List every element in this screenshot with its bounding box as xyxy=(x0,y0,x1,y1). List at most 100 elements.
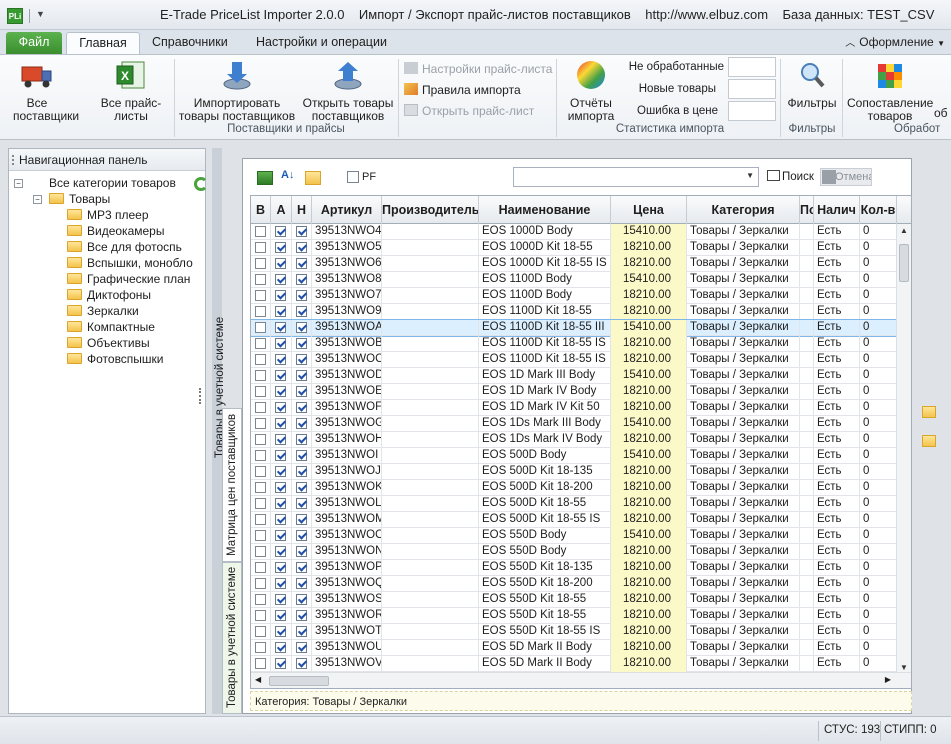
cancel-button[interactable]: Отмена xyxy=(820,168,872,186)
table-row[interactable]: 39513NWOD EOS 1D Mark III Body 15410.00 Тов… xyxy=(251,368,897,384)
row-checkbox[interactable] xyxy=(275,274,286,285)
import-rules-button[interactable]: Правила импорта xyxy=(404,83,521,97)
row-checkbox[interactable] xyxy=(296,434,307,445)
row-checkbox[interactable] xyxy=(275,546,286,557)
table-row[interactable]: 39513NWOR EOS 550D Kit 18-55 18210.00 Товар… xyxy=(251,608,897,624)
row-checkbox[interactable] xyxy=(275,530,286,541)
row-checkbox[interactable] xyxy=(275,562,286,573)
tab-references[interactable]: Справочники xyxy=(140,32,240,54)
folder-open-icon[interactable] xyxy=(305,171,321,185)
tree-item-category[interactable]: Графические план xyxy=(67,271,190,287)
row-checkbox[interactable] xyxy=(296,642,307,653)
tree-item-category[interactable]: Компактные xyxy=(67,319,155,335)
find-button[interactable]: Поиск xyxy=(767,170,814,183)
tree-item-category[interactable]: Фотовспышки xyxy=(67,351,164,367)
tab-settings[interactable]: Настройки и операции xyxy=(244,32,399,54)
row-checkbox[interactable] xyxy=(255,226,266,237)
grip-icon[interactable] xyxy=(12,155,15,165)
all-pricelists-button[interactable]: X Все прайс-листы xyxy=(88,59,174,123)
row-checkbox[interactable] xyxy=(275,514,286,525)
row-checkbox[interactable] xyxy=(255,546,266,557)
panel-splitter[interactable] xyxy=(192,148,210,714)
row-checkbox[interactable] xyxy=(255,482,266,493)
row-checkbox[interactable] xyxy=(255,386,266,397)
column-header[interactable]: Наименование xyxy=(479,196,611,224)
row-checkbox[interactable] xyxy=(275,258,286,269)
table-row[interactable]: 39513NWOS EOS 550D Kit 18-55 18210.00 Товар… xyxy=(251,592,897,608)
quick-access-dropdown-icon[interactable]: ▼ xyxy=(36,9,45,19)
tab-file[interactable]: Файл xyxy=(6,32,62,54)
row-checkbox[interactable] xyxy=(296,594,307,605)
tab-home[interactable]: Главная xyxy=(66,32,140,54)
table-row[interactable]: 39513NWOK EOS 500D Kit 18-200 18210.00 Това… xyxy=(251,480,897,496)
table-row[interactable]: 39513NWOA EOS 1100D Kit 18-55 III 15410.00… xyxy=(251,319,897,337)
row-checkbox[interactable] xyxy=(296,354,307,365)
filters-button[interactable]: Фильтры xyxy=(784,59,840,110)
table-row[interactable]: 39513NWOT EOS 550D Kit 18-55 IS 18210.00 То… xyxy=(251,624,897,640)
row-checkbox[interactable] xyxy=(255,274,266,285)
row-checkbox[interactable] xyxy=(275,578,286,589)
column-header[interactable]: Производитель xyxy=(382,196,479,224)
row-checkbox[interactable] xyxy=(296,578,307,589)
column-header[interactable]: Кол-в xyxy=(860,196,897,224)
tree-root[interactable]: Все категории товаров xyxy=(49,175,176,191)
row-checkbox[interactable] xyxy=(275,386,286,397)
table-row[interactable]: 39513NWOQ EOS 550D Kit 18-200 18210.00 Това… xyxy=(251,576,897,592)
row-checkbox[interactable] xyxy=(255,306,266,317)
row-checkbox[interactable] xyxy=(255,242,266,253)
collapse-icon[interactable]: − xyxy=(33,195,42,204)
column-header[interactable]: Налич xyxy=(814,196,860,224)
export-grid-icon[interactable] xyxy=(257,171,273,185)
tree-item-category[interactable]: Видеокамеры xyxy=(67,223,164,239)
row-checkbox[interactable] xyxy=(275,658,286,669)
extra-button[interactable]: об xyxy=(934,107,951,120)
row-checkbox[interactable] xyxy=(275,226,286,237)
column-header[interactable]: А xyxy=(271,196,292,224)
row-checkbox[interactable] xyxy=(275,306,286,317)
row-checkbox[interactable] xyxy=(296,290,307,301)
row-checkbox[interactable] xyxy=(275,594,286,605)
tree-item-category[interactable]: MP3 плеер xyxy=(67,207,149,223)
design-menu[interactable]: ︿ Оформление ▼ xyxy=(845,34,945,49)
column-header[interactable]: Цена xyxy=(611,196,687,224)
row-checkbox[interactable] xyxy=(255,354,266,365)
row-checkbox[interactable] xyxy=(275,466,286,477)
row-checkbox[interactable] xyxy=(255,594,266,605)
table-row[interactable]: 39513NWOG EOS 1Ds Mark III Body 15410.00 То… xyxy=(251,416,897,432)
scroll-up-icon[interactable]: ▲ xyxy=(900,226,908,235)
row-checkbox[interactable] xyxy=(255,626,266,637)
table-row[interactable]: 39513NWOH EOS 1Ds Mark IV Body 18210.00 Тов… xyxy=(251,432,897,448)
filter-input[interactable]: ▼ xyxy=(513,167,759,187)
row-checkbox[interactable] xyxy=(296,466,307,477)
tree-item-category[interactable]: Зеркалки xyxy=(67,303,139,319)
row-checkbox[interactable] xyxy=(296,306,307,317)
row-checkbox[interactable] xyxy=(296,226,307,237)
table-row[interactable]: 39513NWOF EOS 1D Mark IV Kit 50 18210.00 То… xyxy=(251,400,897,416)
table-row[interactable]: 39513NWOB EOS 1100D Kit 18-55 IS 18210.00 Т… xyxy=(251,336,897,352)
tree-item-category[interactable]: Все для фотоспь xyxy=(67,239,182,255)
row-checkbox[interactable] xyxy=(255,290,266,301)
column-header[interactable]: Категория xyxy=(687,196,800,224)
table-row[interactable]: 39513NWOV EOS 5D Mark II Body 18210.00 Това… xyxy=(251,656,897,672)
column-header[interactable]: Артикул xyxy=(312,196,382,224)
row-checkbox[interactable] xyxy=(255,578,266,589)
row-checkbox[interactable] xyxy=(255,450,266,461)
row-checkbox[interactable] xyxy=(296,482,307,493)
table-row[interactable]: 39513NWOE EOS 1D Mark IV Body 18210.00 Това… xyxy=(251,384,897,400)
table-row[interactable]: 39513NWO7 EOS 1100D Body 18210.00 Товары / … xyxy=(251,288,897,304)
row-checkbox[interactable] xyxy=(255,418,266,429)
row-checkbox[interactable] xyxy=(255,466,266,477)
row-checkbox[interactable] xyxy=(296,258,307,269)
not-processed-field[interactable] xyxy=(728,57,776,77)
open-pricelist-button[interactable]: Открыть прайс-лист xyxy=(404,104,534,118)
table-row[interactable]: 39513NWO6 EOS 1000D Kit 18-55 IS 18210.00 Т… xyxy=(251,256,897,272)
pricelist-settings-button[interactable]: Настройки прайс-листа xyxy=(404,62,552,76)
row-checkbox[interactable] xyxy=(255,514,266,525)
horizontal-scrollbar[interactable]: ◀ ▶ xyxy=(251,672,911,688)
table-row[interactable]: 39513NWOO EOS 550D Body 15410.00 Товары / З… xyxy=(251,528,897,544)
row-checkbox[interactable] xyxy=(255,610,266,621)
row-checkbox[interactable] xyxy=(275,322,286,333)
import-suppliers-button[interactable]: Импортировать товары поставщиков xyxy=(176,59,298,123)
table-row[interactable]: 39513NWOJ EOS 500D Kit 18-135 18210.00 Това… xyxy=(251,464,897,480)
collapse-icon[interactable]: − xyxy=(14,179,23,188)
